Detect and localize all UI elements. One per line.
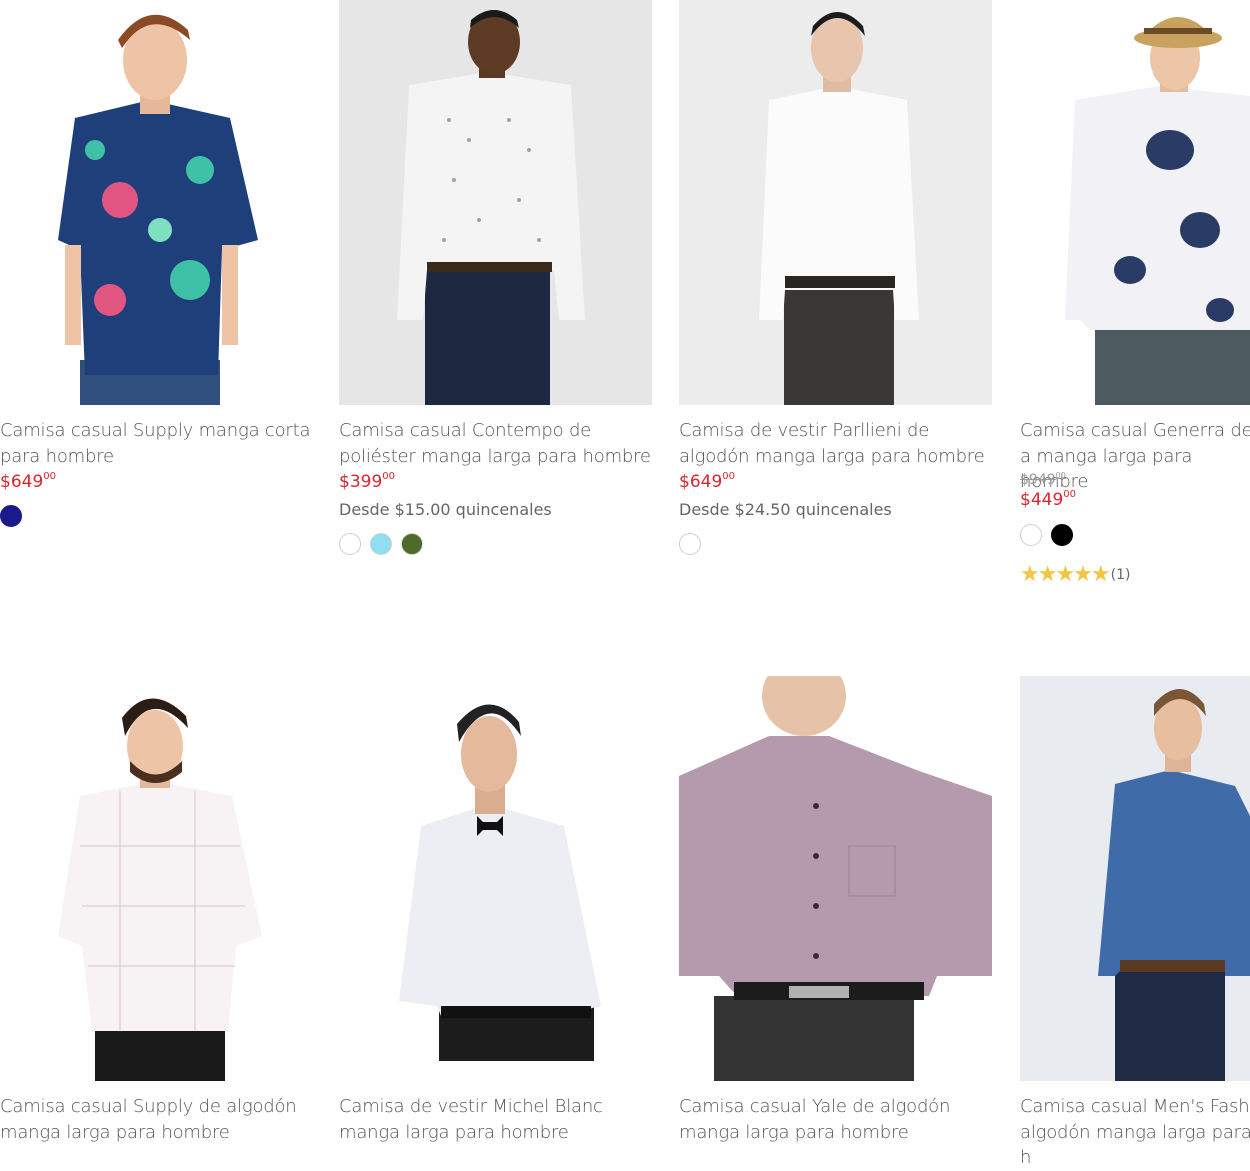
product-title[interactable]: Camisa casual Supply de algodón manga la…: [0, 1094, 320, 1145]
price-main: $399: [339, 472, 383, 492]
color-swatch-white[interactable]: [339, 533, 361, 555]
product-image[interactable]: [339, 0, 652, 405]
product-image[interactable]: [0, 0, 313, 405]
product-price: $44900: [1020, 489, 1076, 510]
product-image[interactable]: [1020, 676, 1250, 1081]
product-title[interactable]: Camisa casual Yale de algodón manga larg…: [679, 1094, 999, 1145]
product-image[interactable]: [339, 676, 652, 1081]
product-price: $64900: [0, 471, 56, 492]
color-swatch-navy[interactable]: [0, 505, 22, 527]
color-swatches: [1020, 524, 1073, 546]
price-main: $649: [0, 472, 44, 492]
price-main: $649: [679, 472, 723, 492]
color-swatches: [339, 533, 423, 555]
product-price: $39900: [339, 471, 395, 492]
old-price: $94900: [1020, 471, 1066, 488]
product-image[interactable]: [679, 0, 992, 405]
product-price: $64900: [679, 471, 735, 492]
price-cents: 00: [722, 471, 735, 482]
product-image[interactable]: [0, 676, 313, 1081]
product-rating[interactable]: ★★★★★ (1): [1020, 564, 1130, 586]
installment-text: Desde $24.50 quincenales: [679, 500, 892, 519]
price-main: $449: [1020, 490, 1064, 510]
installment-text: Desde $15.00 quincenales: [339, 500, 552, 519]
color-swatches: [0, 505, 22, 527]
color-swatch-white[interactable]: [1020, 524, 1042, 546]
price-cents: 00: [382, 471, 395, 482]
color-swatches: [679, 533, 701, 555]
rating-count: (1): [1110, 567, 1131, 583]
old-price-main: $949: [1020, 472, 1056, 488]
price-cents: 00: [1063, 489, 1076, 500]
product-title[interactable]: Camisa casual Men's Fashi algodón manga …: [1020, 1094, 1250, 1171]
product-image[interactable]: [679, 676, 992, 1081]
product-title[interactable]: Camisa de vestir Michel Blanc manga larg…: [339, 1094, 659, 1145]
product-image[interactable]: [1020, 0, 1250, 405]
color-swatch-black[interactable]: [1051, 524, 1073, 546]
price-cents: 00: [43, 471, 56, 482]
product-title[interactable]: Camisa casual Supply manga corta para ho…: [0, 418, 320, 469]
color-swatch-olive[interactable]: [401, 533, 423, 555]
color-swatch-light-blue[interactable]: [370, 533, 392, 555]
star-rating-icon: ★★★★★: [1020, 562, 1111, 587]
old-price-cents: 00: [1055, 471, 1066, 480]
color-swatch-white[interactable]: [679, 533, 701, 555]
product-title[interactable]: Camisa de vestir Parllieni de algodón ma…: [679, 418, 999, 469]
product-title[interactable]: Camisa casual Contempo de poliéster mang…: [339, 418, 659, 469]
